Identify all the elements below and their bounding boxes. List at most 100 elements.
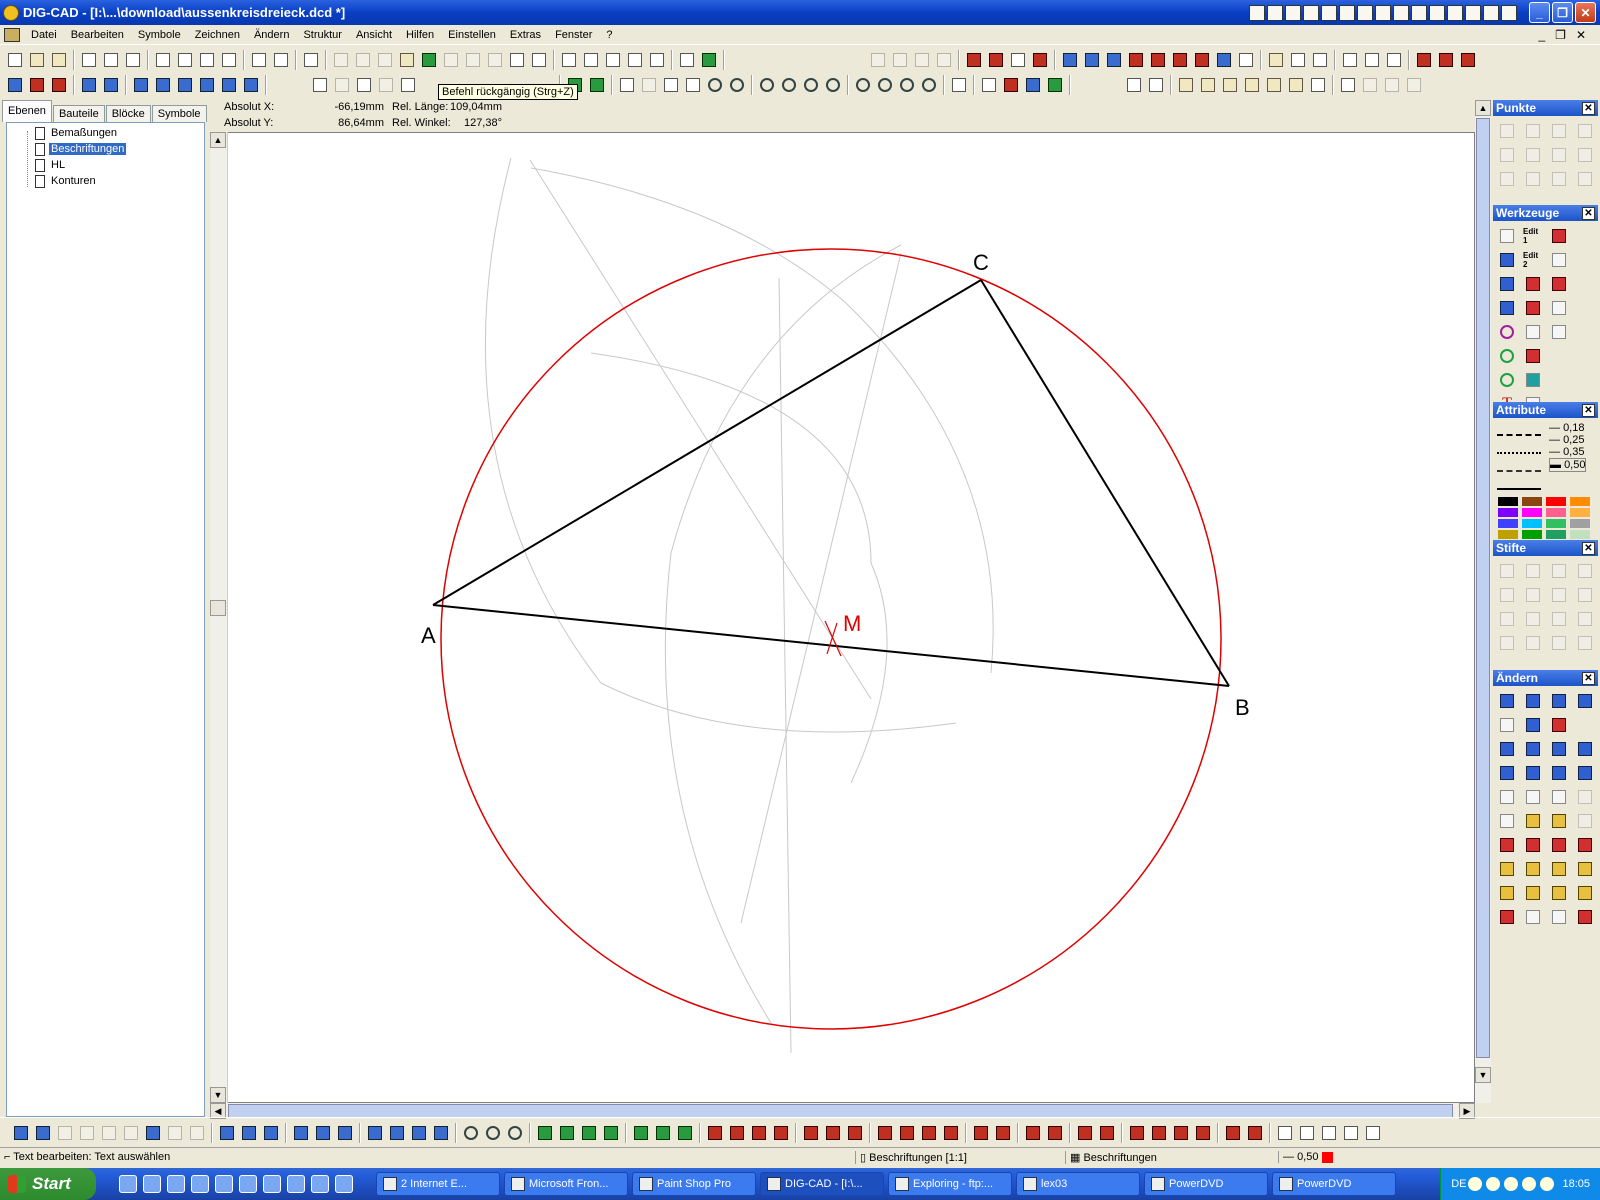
rectangle-icon[interactable]	[1497, 298, 1517, 318]
parallel-icon[interactable]	[291, 1123, 311, 1143]
zoom-window-icon[interactable]	[727, 75, 747, 95]
color-swatch[interactable]	[1570, 530, 1590, 539]
question-icon[interactable]	[1436, 50, 1456, 70]
printer-setup-icon[interactable]	[301, 50, 321, 70]
status-layer2[interactable]: ▦ Beschriftungen	[1065, 1151, 1157, 1164]
book-icon[interactable]	[153, 50, 173, 70]
clipboard-icon[interactable]	[397, 50, 417, 70]
point-tool-icon[interactable]	[1497, 121, 1517, 141]
close-button[interactable]: ✕	[1575, 2, 1596, 23]
list-icon[interactable]	[197, 75, 217, 95]
dim7-icon[interactable]	[845, 1123, 865, 1143]
solid7-icon[interactable]	[143, 1123, 163, 1143]
palette-icon[interactable]	[1045, 75, 1065, 95]
color-swatch[interactable]	[1546, 530, 1566, 539]
palette-close-button[interactable]: ✕	[1582, 671, 1595, 685]
explode4-icon[interactable]	[1404, 75, 1424, 95]
arc-tool-icon[interactable]	[535, 1123, 555, 1143]
array-icon[interactable]	[1523, 811, 1543, 831]
tray-app-icon[interactable]	[1393, 4, 1409, 21]
select3-icon[interactable]	[354, 75, 374, 95]
chart-icon[interactable]	[1008, 50, 1028, 70]
corner2-icon[interactable]	[1523, 763, 1543, 783]
minimize-button[interactable]: _	[1529, 2, 1550, 23]
point-tool-icon[interactable]	[1497, 145, 1517, 165]
task-dig-cad[interactable]: DIG-CAD - [I:\...	[760, 1172, 884, 1196]
cylinder-icon[interactable]	[1523, 370, 1543, 390]
window2-icon[interactable]	[1340, 50, 1360, 70]
doc-edit3-icon[interactable]	[1549, 859, 1569, 879]
print-icon[interactable]	[249, 50, 269, 70]
arrow-right-icon[interactable]	[79, 75, 99, 95]
extend-icon[interactable]	[1523, 691, 1543, 711]
group4-icon[interactable]	[1242, 75, 1262, 95]
fillet-icon[interactable]	[1497, 739, 1517, 759]
ellipse-tool-icon[interactable]	[631, 1123, 651, 1143]
task-powerdvd[interactable]: PowerDVD	[1144, 1172, 1268, 1196]
color-swatch[interactable]	[1498, 497, 1518, 506]
arc-tool2-icon[interactable]	[557, 1123, 577, 1143]
point-tool-icon[interactable]	[1549, 121, 1569, 141]
menu-hilfen[interactable]: Hilfen	[399, 29, 441, 41]
pan-icon[interactable]	[661, 75, 681, 95]
ellipse-icon[interactable]	[1497, 370, 1517, 390]
move-back-icon[interactable]	[529, 50, 549, 70]
linetype-solid[interactable]	[1497, 476, 1541, 490]
line-tool-icon[interactable]	[217, 1123, 237, 1143]
zoom-out-icon[interactable]	[779, 75, 799, 95]
dim11-icon[interactable]	[941, 1123, 961, 1143]
corner4-icon[interactable]	[1575, 763, 1595, 783]
save-all-icon[interactable]	[123, 50, 143, 70]
point-tool-icon[interactable]	[1549, 169, 1569, 189]
ie-icon[interactable]	[143, 1175, 161, 1193]
tab-bauteile[interactable]: Bauteile	[52, 105, 105, 122]
solid3-icon[interactable]	[55, 1123, 75, 1143]
color-swatch[interactable]	[1570, 519, 1590, 528]
dim18-icon[interactable]	[1127, 1123, 1147, 1143]
explode3-icon[interactable]	[1382, 75, 1402, 95]
cross2-icon[interactable]	[1575, 739, 1595, 759]
point-tool-icon[interactable]	[1523, 169, 1543, 189]
text-font-icon[interactable]	[1549, 226, 1569, 246]
pen-slot-icon[interactable]	[1523, 609, 1543, 629]
import-icon[interactable]	[197, 50, 217, 70]
solid4-icon[interactable]	[77, 1123, 97, 1143]
redraw-icon[interactable]	[949, 75, 969, 95]
stop-icon[interactable]	[463, 50, 483, 70]
arc-icon[interactable]	[1497, 346, 1517, 366]
intersect-icon[interactable]	[335, 1123, 355, 1143]
point-tool-icon[interactable]	[1549, 145, 1569, 165]
doc-edit2-icon[interactable]	[1523, 859, 1543, 879]
dim4-icon[interactable]	[771, 1123, 791, 1143]
label-b[interactable]: B	[1235, 695, 1250, 720]
spiral-icon[interactable]	[1575, 907, 1595, 927]
triangle-side-ac[interactable]	[432, 279, 982, 606]
symbol2-icon[interactable]	[1297, 1123, 1317, 1143]
solid2-icon[interactable]	[33, 1123, 53, 1143]
zoom-next-icon[interactable]	[823, 75, 843, 95]
pen-slot-icon[interactable]	[1549, 561, 1569, 581]
linetype-dotted[interactable]	[1497, 440, 1541, 454]
quick-launch-icon[interactable]	[335, 1175, 353, 1193]
shape2-icon[interactable]	[387, 1123, 407, 1143]
align2-icon[interactable]	[1082, 50, 1102, 70]
pen-slot-icon[interactable]	[1497, 585, 1517, 605]
pen-slot-icon[interactable]	[1549, 633, 1569, 653]
scroll-down-arrow[interactable]: ▼	[210, 1087, 226, 1103]
zoom-5-icon[interactable]	[875, 75, 895, 95]
move-icon[interactable]	[507, 50, 527, 70]
dim10-icon[interactable]	[919, 1123, 939, 1143]
corner3-icon[interactable]	[1549, 763, 1569, 783]
shape3-icon[interactable]	[409, 1123, 429, 1143]
circle-icon[interactable]	[1497, 322, 1517, 342]
book-help-icon[interactable]	[1458, 50, 1478, 70]
scroll-down-arrow[interactable]: ▼	[1475, 1067, 1491, 1083]
cube3-icon[interactable]	[1549, 907, 1569, 927]
pen-slot-icon[interactable]	[1523, 585, 1543, 605]
group7-icon[interactable]	[1308, 75, 1328, 95]
tray-app-icon[interactable]	[1465, 4, 1481, 21]
vertical-scrollbar[interactable]: ▲ ▼	[210, 132, 228, 1103]
redo-icon[interactable]	[441, 50, 461, 70]
cloud-icon[interactable]	[868, 50, 888, 70]
pen-slot-icon[interactable]	[1497, 633, 1517, 653]
